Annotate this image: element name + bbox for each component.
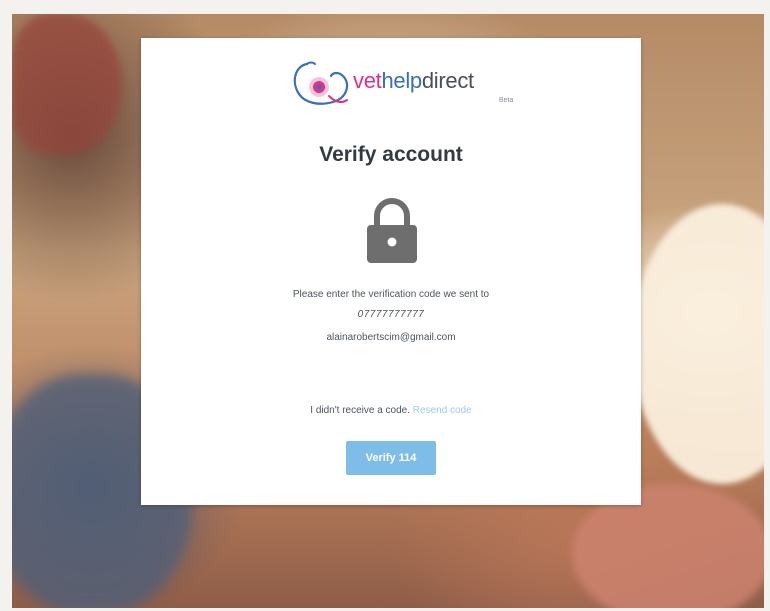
lock-icon bbox=[367, 198, 417, 263]
resend-prompt: I didn't receive a code. bbox=[310, 405, 411, 416]
verify-card: vethelpdirect Beta Verify account Please… bbox=[141, 38, 641, 505]
background-dog bbox=[632, 204, 764, 484]
verify-button[interactable]: Verify 114 bbox=[346, 441, 436, 475]
brand-part-direct: direct bbox=[421, 68, 474, 93]
brand-part-help: help bbox=[381, 68, 422, 93]
resend-code-link[interactable]: Resend code bbox=[413, 405, 472, 416]
email-address: alainarobertscim@gmail.com bbox=[326, 332, 456, 343]
screenshot-frame: vethelpdirect Beta Verify account Please… bbox=[0, 0, 770, 611]
brand-part-vet: vet bbox=[353, 68, 382, 93]
brand-wordmark: vethelpdirect bbox=[353, 68, 474, 94]
phone-number: 07777777777 bbox=[357, 309, 425, 320]
resend-row: I didn't receive a code. Resend code bbox=[141, 405, 641, 416]
instruction-text: Please enter the verification code we se… bbox=[292, 289, 490, 300]
background-hand bbox=[12, 14, 122, 154]
brand-logo[interactable]: vethelpdirect Beta bbox=[289, 58, 519, 116]
stethoscope-logo-icon bbox=[293, 61, 349, 105]
beta-badge: Beta bbox=[499, 97, 514, 104]
page-title: Verify account bbox=[319, 143, 463, 166]
